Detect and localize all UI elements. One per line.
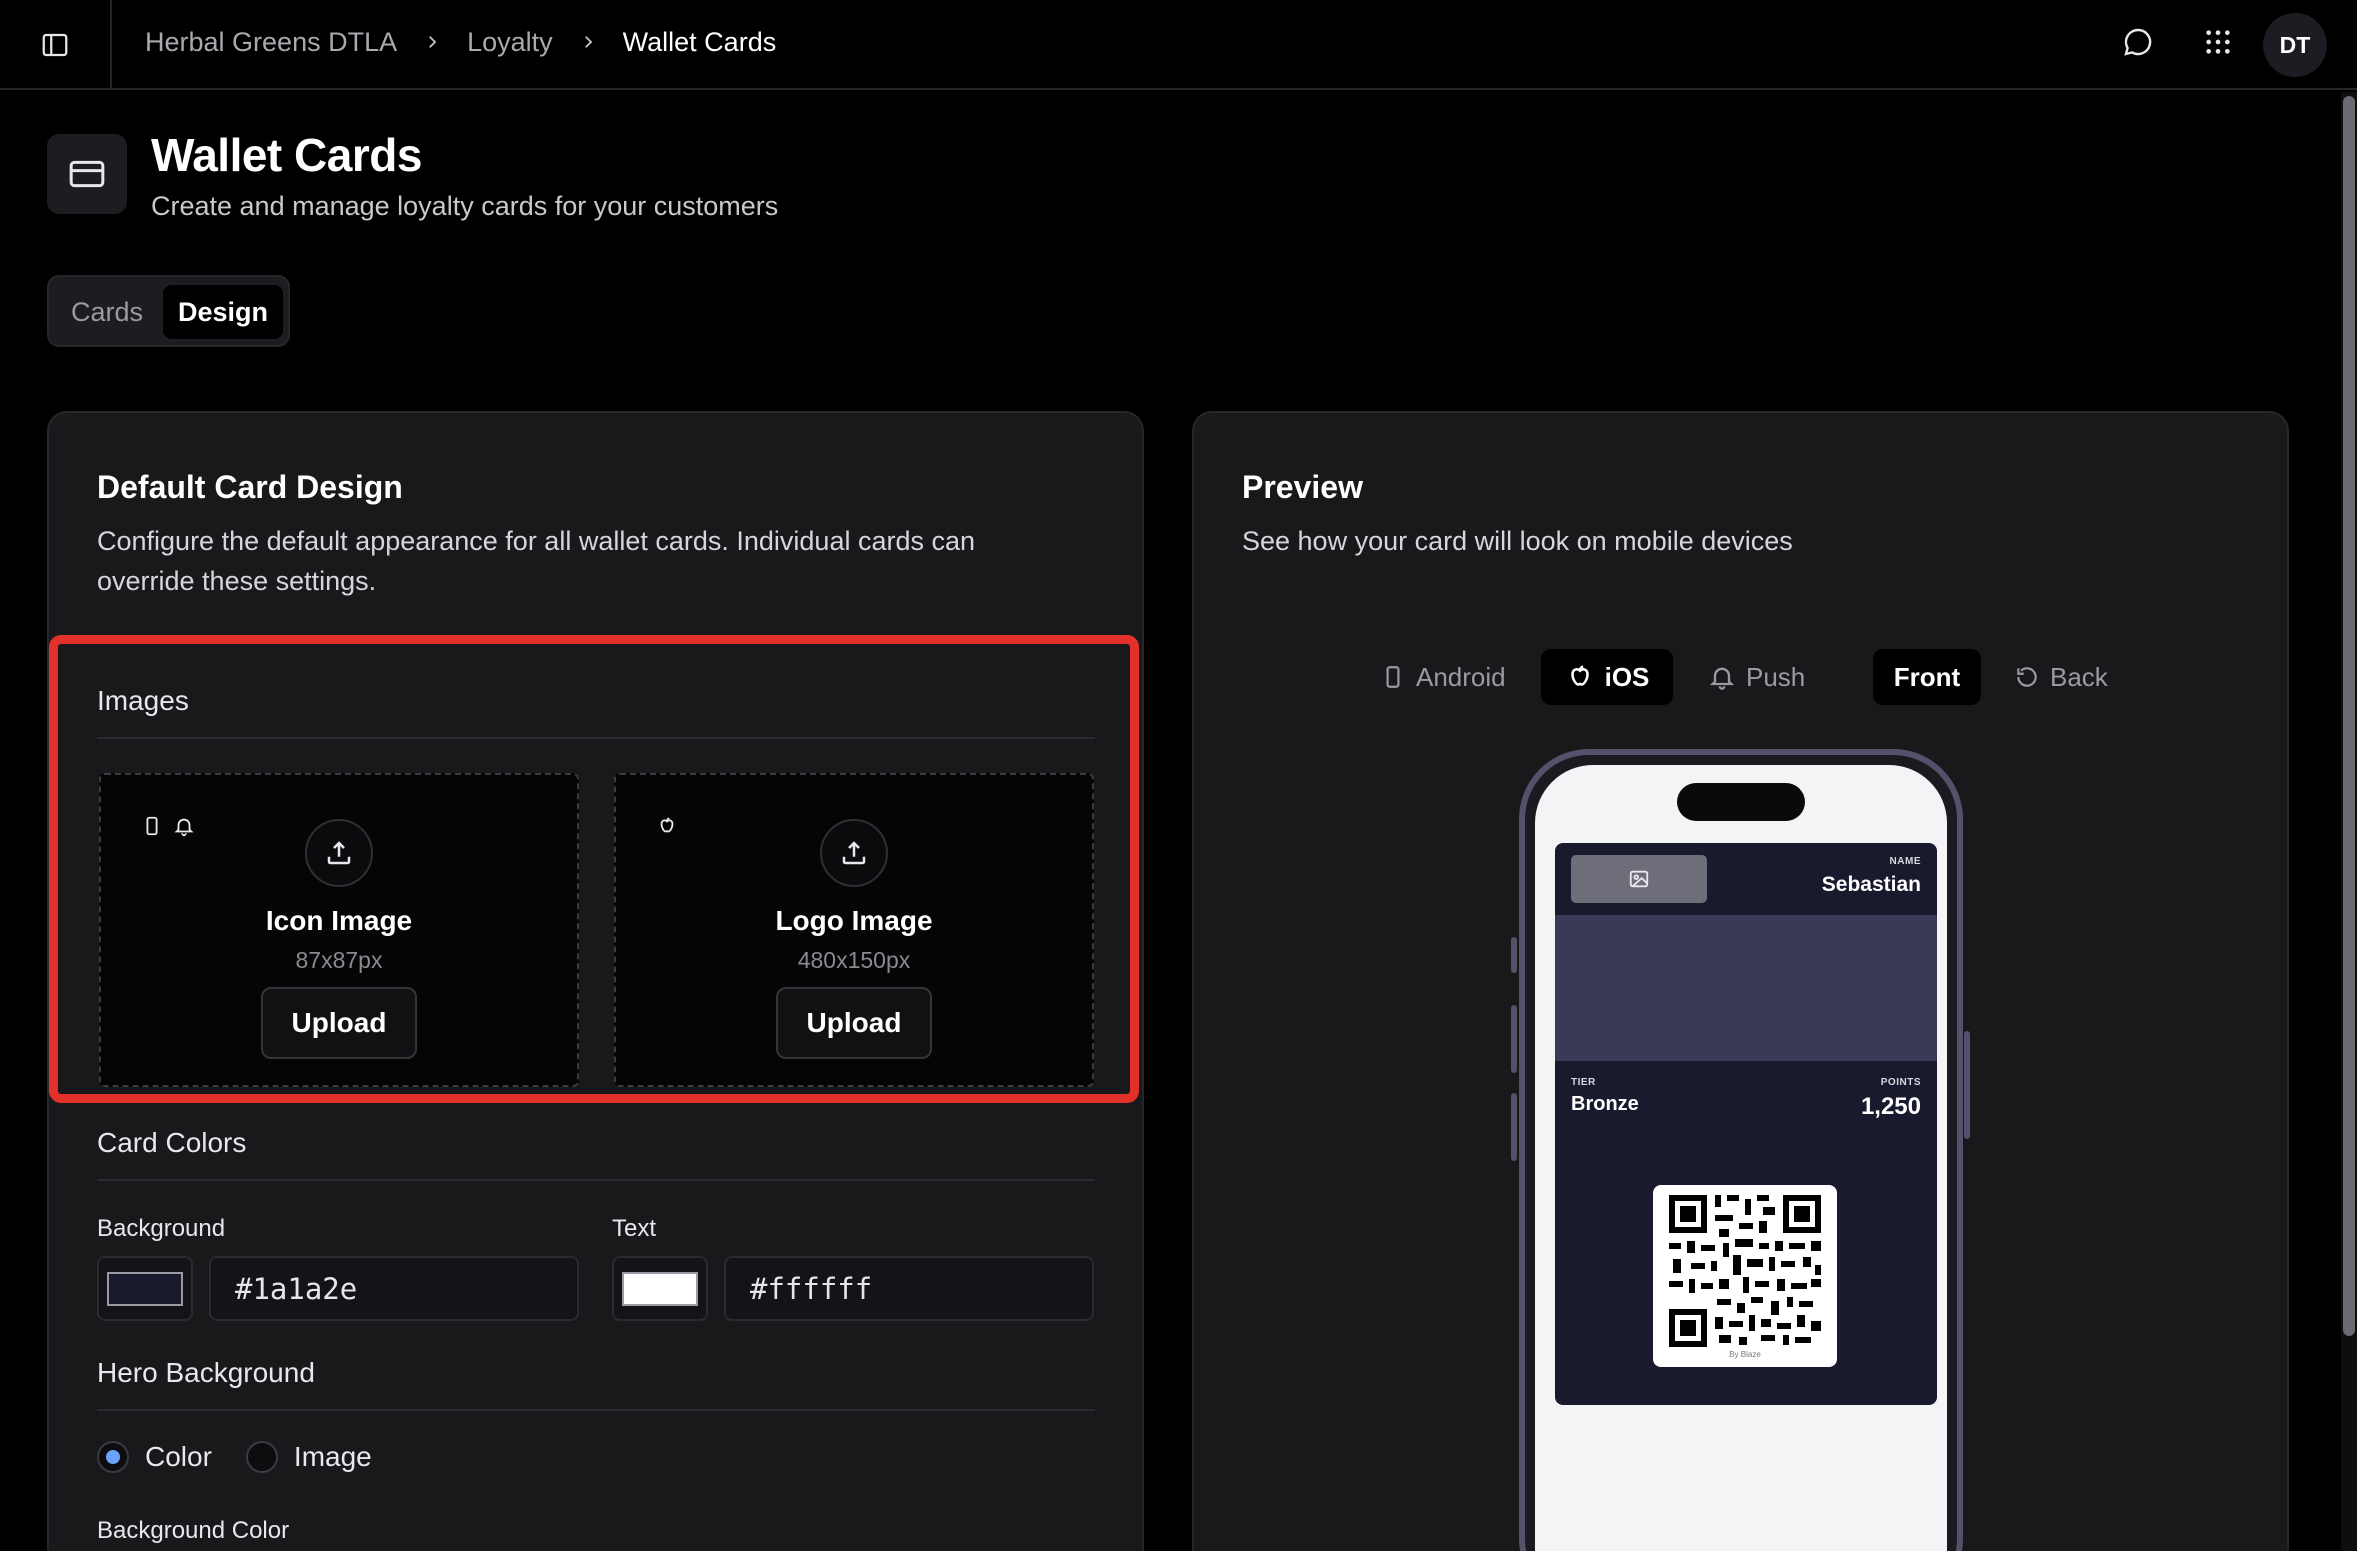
grid-icon [2206,30,2230,54]
page-title: Wallet Cards [151,129,422,181]
card-colors-section-label: Card Colors [97,1127,247,1158]
phone-mockup: NAME Sebastian TIER Bronze POINTS 1,250 [1519,749,1963,1551]
page-scrollbar-thumb[interactable] [2343,96,2355,1336]
pass-points-label: POINTS [1880,1077,1921,1088]
hero-background-type: Color Image [97,1441,372,1473]
qr-code: By Blaze [1653,1185,1837,1367]
apps-button[interactable] [2196,20,2240,64]
pass-points: 1,250 [1860,1093,1921,1120]
radio-checked-dot [106,1450,120,1464]
qr-caption: By Blaze [1729,1350,1761,1359]
page-subtitle: Create and manage loyalty cards for your… [151,191,779,221]
platform-ios-label: iOS [1604,661,1650,692]
platform-push-label: Push [1746,661,1806,692]
phone-side-button [1964,1031,1970,1139]
sidebar-toggle-icon [42,33,68,57]
background-color-label: Background [97,1215,226,1242]
side-back[interactable]: Back [2014,649,2108,705]
breadcrumb-item-loyalty[interactable]: Loyalty [467,27,553,58]
sidebar-toggle-button[interactable] [0,0,112,90]
image-placeholder-icon [1571,855,1707,903]
preview-description: See how your card will look on mobile de… [1242,526,1793,556]
radio-image[interactable] [245,1441,278,1473]
bell-icon [1709,667,1735,690]
radio-color[interactable] [97,1441,129,1473]
hero-background-section-label: Hero Background [97,1357,315,1388]
side-back-label: Back [2050,661,2108,692]
pass-hero [1555,915,1937,1061]
view-tabs: Cards Design [47,275,290,347]
phone-side-button [1511,1093,1517,1161]
divider [97,1179,1095,1181]
platform-push[interactable]: Push [1708,649,1805,705]
breadcrumb-item-business[interactable]: Herbal Greens DTLA [145,27,397,58]
side-front[interactable]: Front [1873,649,1981,705]
background-color-swatch[interactable] [97,1256,193,1321]
breadcrumb: Herbal Greens DTLA Loyalty Wallet Cards [145,0,776,84]
phone-icon [1386,666,1400,688]
platform-android[interactable]: Android [1380,649,1506,705]
panel-description: Configure the default appearance for all… [97,526,976,596]
side-front-label: Front [1893,661,1961,692]
top-bar: Herbal Greens DTLA Loyalty Wallet Cards … [0,0,2357,90]
images-highlight-box [49,635,1139,1103]
wallet-pass-preview: NAME Sebastian TIER Bronze POINTS 1,250 [1555,843,1937,1405]
chevron-right-icon [423,33,441,51]
text-color-swatch[interactable] [612,1256,708,1321]
chat-bubble-icon [2124,28,2152,56]
divider [97,1409,1095,1411]
wallet-card-icon [47,134,127,214]
rotate-icon [2017,667,2037,687]
text-color-input[interactable]: #ffffff [724,1256,1094,1321]
chat-button[interactable] [2116,20,2160,64]
tab-cards[interactable]: Cards [71,285,143,339]
breadcrumb-item-wallet-cards: Wallet Cards [622,26,777,57]
radio-color-label[interactable]: Color [145,1441,212,1473]
dynamic-island [1677,783,1805,821]
phone-side-button [1511,937,1517,973]
text-color-preview [622,1271,698,1306]
background-color-input[interactable]: #1a1a2e [209,1256,579,1321]
chevron-right-icon [579,33,597,51]
default-card-design-panel: Default Card Design Configure the defaul… [47,411,1144,1551]
pass-tier-label: TIER [1571,1077,1596,1088]
background-color-preview [107,1271,183,1306]
hero-background-color-label: Background Color [97,1517,290,1544]
preview-panel: Preview See how your card will look on m… [1192,411,2289,1551]
radio-image-label[interactable]: Image [294,1441,372,1473]
text-color-label: Text [612,1215,657,1242]
pass-tier: Bronze [1571,1093,1639,1115]
platform-android-label: Android [1416,661,1506,692]
pass-name: Sebastian [1821,873,1921,896]
panel-title: Default Card Design [97,469,403,505]
platform-ios[interactable]: iOS [1541,649,1673,705]
phone-screen: NAME Sebastian TIER Bronze POINTS 1,250 [1535,765,1947,1551]
preview-title: Preview [1242,469,1363,505]
phone-side-button [1511,1005,1517,1073]
apple-icon [1570,665,1589,686]
tab-design[interactable]: Design [163,285,283,339]
qr-code-icon [1669,1195,1821,1347]
pass-name-label: NAME [1889,856,1921,867]
avatar[interactable]: DT [2263,13,2327,77]
